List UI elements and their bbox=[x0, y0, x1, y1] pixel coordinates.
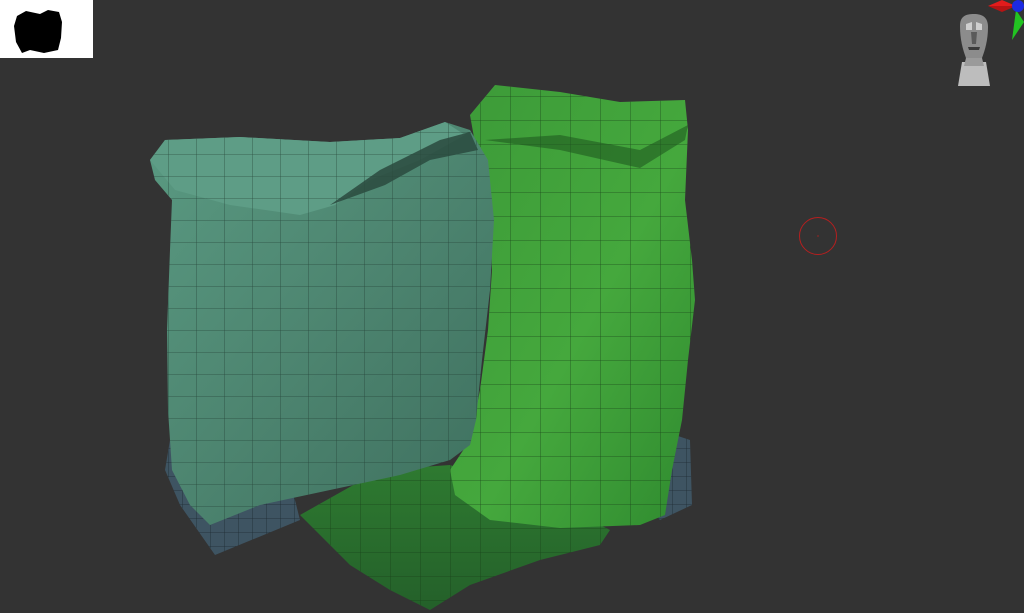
navigation-gizmo[interactable] bbox=[944, 0, 1024, 92]
axis-y-arrow[interactable] bbox=[1012, 10, 1024, 40]
3d-viewport[interactable] bbox=[0, 0, 1024, 613]
mesh-thumbnail[interactable] bbox=[0, 0, 93, 58]
brush-cursor-icon bbox=[799, 217, 837, 255]
teal-cloth-mesh[interactable] bbox=[150, 122, 494, 525]
scene-canvas[interactable] bbox=[0, 0, 1024, 613]
mesh-silhouette-icon bbox=[14, 10, 62, 53]
axis-x-arrow[interactable] bbox=[988, 0, 1016, 12]
head-orientation-icon[interactable] bbox=[958, 14, 990, 86]
axis-z-arrow[interactable] bbox=[1012, 0, 1024, 12]
